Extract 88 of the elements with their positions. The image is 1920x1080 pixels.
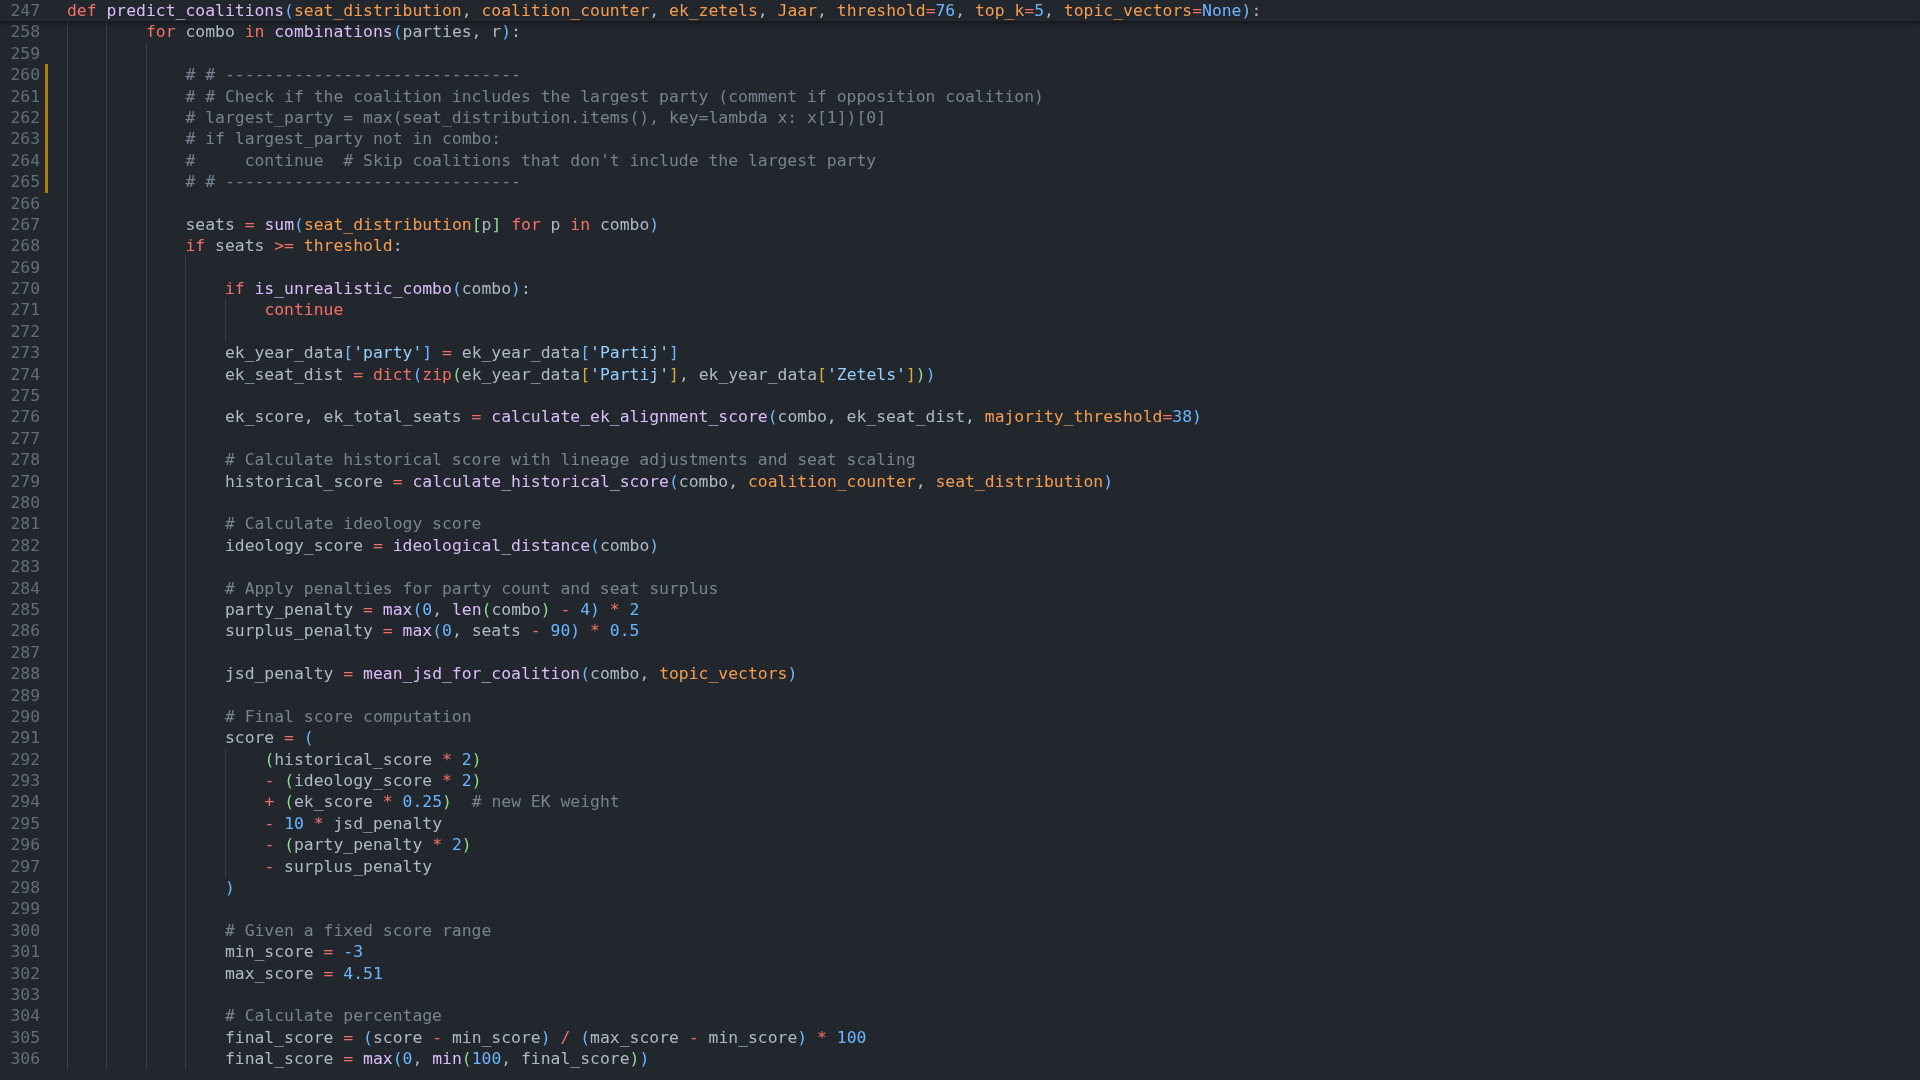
line-number: 297 (9, 855, 40, 877)
code-line: ) (224, 878, 235, 897)
line-number: 259 (9, 42, 40, 65)
line-number: 280 (9, 492, 40, 514)
code-line: # # ------------------------------ (185, 65, 521, 85)
code-line: max_score = 4.51 (224, 963, 383, 983)
line-number: 263 (9, 128, 40, 150)
code-line: # # Check if the coalition includes the largest party (comment if opposition coalition) (185, 86, 1044, 106)
code-line: ek_score, ek_total_seats = calculate_ek_alignment_score(combo, ek_seat_dist, majority_threshold=38) (224, 407, 1202, 427)
code-line: final_score = (score - min_score) / (max_score - min_score) * 100 (224, 1027, 867, 1047)
code-line: - (party_penalty * 2) (264, 835, 472, 855)
line-number: 291 (9, 727, 40, 749)
line-number: 306 (9, 1048, 40, 1070)
line-number: 289 (9, 684, 40, 706)
code-line: score = ( (224, 728, 314, 748)
line-number: 296 (9, 834, 40, 856)
line-number: 284 (9, 577, 40, 599)
code-line: continue (264, 300, 344, 320)
code-line: ek_seat_dist = dict(zip(ek_year_data['Partij'], ek_year_data['Zetels'])) (224, 364, 936, 384)
code-line: def predict_coalitions(seat_distribution, coalition_counter, ek_zetels, Jaar, threshold=76, top_k=5, topic_vectors=None): (67, 1, 1262, 20)
line-number: 290 (9, 705, 40, 728)
code-line: min_score = -3 (224, 942, 364, 962)
code-line: - 10 * jsd_penalty (264, 813, 443, 833)
line-number: 275 (9, 385, 40, 407)
line-number: 295 (9, 812, 40, 835)
code-line: # Apply penalties for party count and seat surplus (224, 578, 719, 598)
line-number: 300 (9, 919, 40, 942)
line-number: 273 (9, 342, 40, 364)
line-number: 298 (9, 877, 40, 899)
code-line: jsd_penalty = mean_jsd_for_coalition(combo, topic_vectors) (224, 664, 798, 684)
line-number: 266 (9, 192, 40, 214)
line-number: 282 (9, 534, 40, 557)
code-line: - (ideology_score * 2) (264, 771, 482, 791)
line-number: 302 (9, 962, 40, 984)
line-number: 265 (9, 171, 40, 193)
line-number: 305 (9, 1026, 40, 1049)
line-number: 264 (9, 149, 40, 172)
line-number: 261 (9, 85, 40, 107)
code-line: for combo in combinations(parties, r): (145, 22, 521, 42)
code-line: # Calculate ideology score (224, 514, 482, 534)
code-line: # Calculate historical score with lineage adjustments and seat scaling (224, 450, 916, 470)
line-number: 283 (9, 556, 40, 578)
code-line: seats = sum(seat_distribution[p] for p in combo) (185, 214, 660, 234)
line-number: 288 (9, 663, 40, 685)
line-number: 268 (9, 235, 40, 257)
code-line: surplus_penalty = max(0, seats - 90) * 0.5 (224, 621, 640, 641)
line-number: 269 (9, 256, 40, 279)
code-line: # continue # Skip coalitions that don't include the largest party (185, 150, 877, 170)
code-line: # Final score computation (224, 706, 472, 726)
line-number: 277 (9, 427, 40, 450)
line-number: 278 (9, 449, 40, 471)
code-line: if is_unrealistic_combo(combo): (224, 279, 531, 299)
line-number: 279 (9, 470, 40, 492)
code-line: + (ek_score * 0.25) # new EK weight (264, 792, 620, 812)
code-line: # Calculate percentage (224, 1006, 442, 1026)
code-line: if seats >= threshold: (185, 236, 403, 256)
line-number: 286 (9, 620, 40, 642)
line-number: 285 (9, 598, 40, 621)
code-line: # # ------------------------------ (185, 172, 521, 192)
line-number: 287 (9, 641, 40, 664)
line-number: 276 (9, 406, 40, 428)
line-number: 292 (9, 748, 40, 771)
line-number: 247 (9, 0, 40, 22)
code-line: # if largest_party not in combo: (185, 129, 502, 149)
code-line: # largest_party = max(seat_distribution.items(), key=lambda x: x[1])[0] (185, 107, 887, 127)
line-number: 272 (9, 320, 40, 343)
code-line: # Given a fixed score range (224, 920, 492, 940)
code-line: party_penalty = max(0, len(combo) - 4) * 2 (224, 599, 640, 619)
line-number: 260 (9, 64, 40, 86)
code-line: ideology_score = ideological_distance(combo) (224, 535, 660, 555)
line-number: 270 (9, 278, 40, 300)
line-number: 281 (9, 513, 40, 535)
code-line: historical_score = calculate_historical_score(combo, coalition_counter, seat_distribution) (224, 471, 1114, 491)
line-number: 294 (9, 791, 40, 813)
line-number: 267 (9, 213, 40, 236)
code-line: final_score = max(0, min(100, final_score)) (224, 1049, 650, 1069)
code-line: - surplus_penalty (264, 856, 433, 876)
line-number: 274 (9, 363, 40, 386)
line-number: 299 (9, 898, 40, 920)
line-number: 303 (9, 983, 40, 1006)
line-number: 271 (9, 299, 40, 321)
line-number: 304 (9, 1005, 40, 1027)
line-number: 301 (9, 941, 40, 963)
line-number: 262 (9, 106, 40, 129)
code-line: ek_year_data['party'] = ek_year_data['Partij'] (224, 343, 679, 363)
line-number: 293 (9, 770, 40, 792)
code-line: (historical_score * 2) (264, 749, 482, 769)
line-number: 258 (9, 21, 40, 43)
